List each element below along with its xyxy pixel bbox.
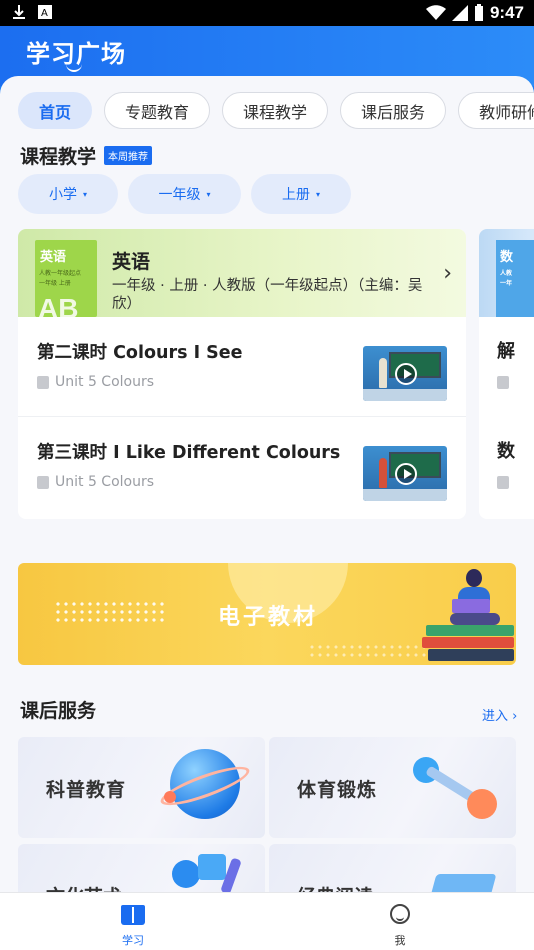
filter-school-level[interactable]: 小学 ▾ [18, 174, 118, 214]
course-filters: 小学 ▾ 一年级 ▾ 上册 ▾ [18, 174, 351, 214]
wifi-icon [425, 5, 446, 20]
tab-topic-education[interactable]: 专题教育 [104, 92, 211, 129]
peek-lesson-title: 解 [497, 341, 515, 362]
open-book-icon [429, 874, 497, 892]
book-icon [121, 905, 145, 925]
chevron-right-icon[interactable]: › [443, 261, 452, 286]
video-thumbnail[interactable] [363, 346, 447, 401]
play-icon[interactable] [395, 463, 417, 485]
music-note-icon [168, 854, 248, 892]
subject-meta: 一年级 · 上册 · 人教版（一年级起点）（主编：吴欣） [112, 278, 423, 312]
caret-down-icon: ▾ [315, 189, 320, 199]
caret-down-icon: ▾ [206, 189, 211, 199]
service-label: 科普教育 [46, 779, 127, 801]
tab-course-teaching[interactable]: 课程教学 [222, 92, 329, 129]
weekly-recommend-badge: 本周推荐 [104, 146, 153, 165]
lesson-title: 第二课时 Colours I See [37, 343, 243, 363]
service-label: 体育锻炼 [297, 779, 378, 801]
book-icon [37, 475, 49, 489]
nav-item-me[interactable]: 我 [360, 893, 440, 950]
textbook-cover-image: 数 人教 一年 [496, 240, 534, 317]
peek-cover-title: 数 [500, 250, 514, 265]
nav-label: 我 [394, 934, 406, 947]
book-icon [37, 375, 49, 389]
video-thumbnail[interactable] [363, 446, 447, 501]
tab-teacher-training[interactable]: 教师研修 [458, 92, 534, 129]
filter-grade-label: 一年级 [158, 187, 201, 203]
status-bar: A 9:47 [0, 0, 534, 26]
filter-volume[interactable]: 上册 ▾ [251, 174, 351, 214]
course-section-title: 课程教学 [20, 146, 97, 168]
download-icon [13, 5, 25, 19]
e-textbook-banner[interactable]: 电子教材 [18, 563, 516, 665]
filter-volume-label: 上册 [281, 187, 310, 203]
service-label: 文化艺术 [46, 882, 122, 892]
course-section-header: 课程教学 本周推荐 [20, 142, 153, 169]
banner-dots-decoration [54, 600, 164, 626]
peek-card-header: 数 人教 一年 [479, 229, 534, 317]
dumbbell-icon [409, 753, 499, 823]
teacher-graphic [379, 358, 387, 388]
cover-title: 英语 [40, 250, 67, 265]
battery-icon [474, 4, 483, 21]
service-classic-reading[interactable]: 经典阅读 [269, 844, 516, 892]
banner-dots-decoration [308, 643, 428, 661]
filter-grade[interactable]: 一年级 ▾ [128, 174, 241, 214]
peek-cover-line-1: 人教 [500, 270, 513, 277]
banner-title: 电子教材 [218, 605, 319, 630]
reading-person-illustration [450, 569, 500, 627]
app-notification-icon: A [38, 5, 52, 19]
subject-name: 英语 [112, 251, 151, 273]
main-content[interactable]: 首页 专题教育 课程教学 课后服务 教师研修 课程教学 本周推荐 小学 ▾ 一年… [0, 76, 534, 892]
course-card-next-peek[interactable]: 数 人教 一年 解 数 [479, 229, 534, 519]
after-school-more-link[interactable]: 进入 › [482, 705, 517, 724]
svg-text:A: A [41, 8, 48, 19]
nav-item-study[interactable]: 学习 [93, 893, 173, 950]
service-science-education[interactable]: 科普教育 [18, 737, 265, 838]
nav-label: 学习 [122, 934, 144, 947]
peek-cover-line-2: 一年 [500, 280, 513, 287]
book-icon [497, 476, 509, 489]
filter-school-level-label: 小学 [48, 187, 77, 203]
peek-lesson-title: 数 [497, 441, 515, 462]
after-school-section-title: 课后服务 [20, 700, 97, 722]
course-card-header[interactable]: 英语 人教一年级起点 一年级 上册 AB 英语 一年级 · 上册 · 人教版（一… [18, 229, 466, 317]
service-physical-exercise[interactable]: 体育锻炼 [269, 737, 516, 838]
service-culture-art[interactable]: 文化艺术 [18, 844, 265, 892]
planet-dot-decoration [164, 791, 176, 803]
book-stack-illustration [422, 625, 516, 665]
lesson-unit: Unit 5 Colours [37, 474, 154, 490]
tab-home[interactable]: 首页 [18, 92, 93, 129]
cover-letters: AB [38, 293, 79, 317]
cover-line-1: 人教一年级起点 [39, 270, 82, 277]
teacher-graphic [379, 458, 387, 488]
status-time: 9:47 [489, 3, 524, 22]
course-card-english: 英语 人教一年级起点 一年级 上册 AB 英语 一年级 · 上册 · 人教版（一… [18, 229, 466, 519]
floor-graphic [363, 389, 447, 401]
lesson-title: 第三课时 I Like Different Colours [37, 443, 341, 463]
textbook-cover-image: 英语 人教一年级起点 一年级 上册 AB [35, 240, 97, 317]
tab-after-school[interactable]: 课后服务 [340, 92, 447, 129]
title-smile-decoration [66, 64, 82, 72]
service-label: 经典阅读 [297, 882, 373, 892]
signal-icon [451, 5, 468, 21]
caret-down-icon: ▾ [82, 189, 87, 199]
play-icon[interactable] [395, 363, 417, 385]
lesson-unit: Unit 5 Colours [37, 374, 154, 390]
lesson-item[interactable]: 第三课时 I Like Different Colours Unit 5 Col… [18, 417, 466, 517]
floor-graphic [363, 489, 447, 501]
lesson-unit-label: Unit 5 Colours [55, 374, 155, 390]
cover-line-2: 一年级 上册 [39, 280, 71, 287]
bottom-navigation: 学习 我 [0, 892, 534, 950]
lesson-unit-label: Unit 5 Colours [55, 474, 155, 490]
category-tabs: 首页 专题教育 课程教学 课后服务 教师研修 [18, 92, 534, 129]
lesson-item[interactable]: 第二课时 Colours I See Unit 5 Colours [18, 317, 466, 417]
book-icon [497, 376, 509, 389]
profile-icon [390, 904, 410, 924]
